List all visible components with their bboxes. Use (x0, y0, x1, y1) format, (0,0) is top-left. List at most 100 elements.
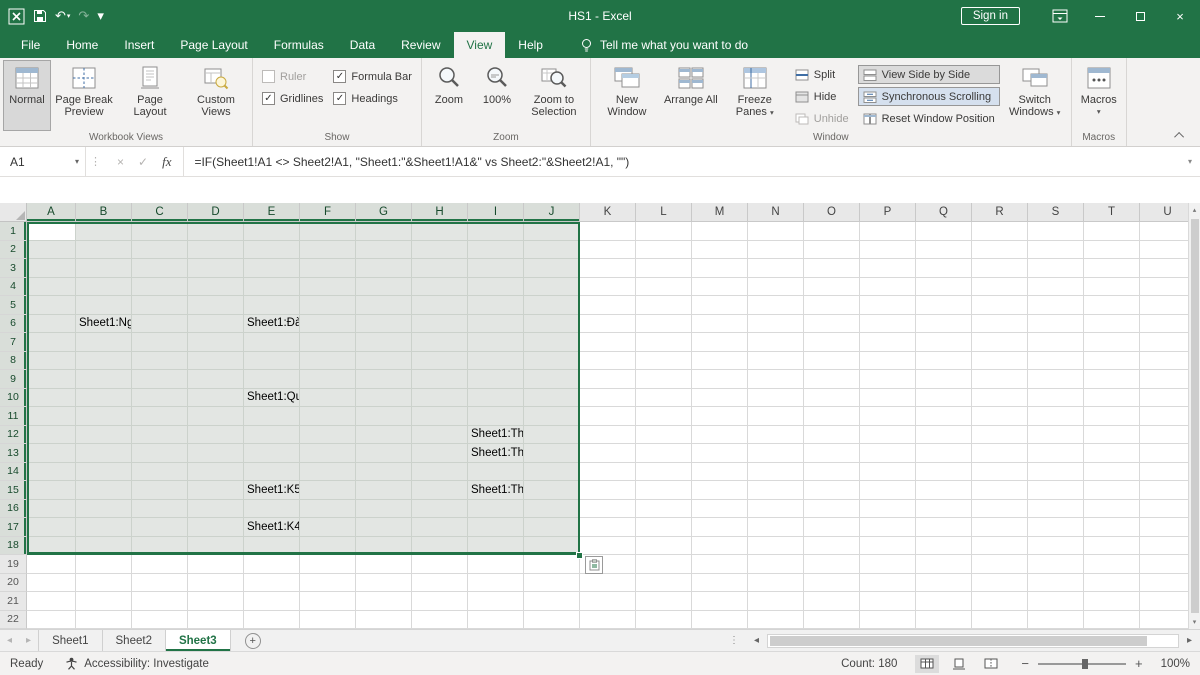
column-header-G[interactable]: G (356, 203, 412, 222)
cell-R15[interactable] (972, 481, 1028, 500)
cell-L11[interactable] (636, 407, 692, 426)
column-header-J[interactable]: J (524, 203, 580, 222)
cell-O19[interactable] (804, 555, 860, 574)
cancel-icon[interactable]: × (117, 155, 124, 169)
cell-F10[interactable] (300, 389, 356, 408)
cell-A2[interactable] (27, 241, 76, 260)
cell-I14[interactable] (468, 463, 524, 482)
sign-in-button[interactable]: Sign in (961, 7, 1020, 25)
cell-I3[interactable] (468, 259, 524, 278)
cell-G15[interactable] (356, 481, 412, 500)
cell-A10[interactable] (27, 389, 76, 408)
cell-H10[interactable] (412, 389, 468, 408)
row-header-5[interactable]: 5 (0, 296, 27, 315)
cell-T14[interactable] (1084, 463, 1140, 482)
cell-I9[interactable] (468, 370, 524, 389)
cell-N13[interactable] (748, 444, 804, 463)
cell-B18[interactable] (76, 537, 132, 556)
column-header-A[interactable]: A (27, 203, 76, 222)
cell-I12[interactable]: Sheet1:Th (468, 426, 524, 445)
sheet-tab-sheet1[interactable]: Sheet1 (38, 630, 102, 651)
cell-M10[interactable] (692, 389, 748, 408)
cell-G20[interactable] (356, 574, 412, 593)
cell-S16[interactable] (1028, 500, 1084, 519)
cell-N17[interactable] (748, 518, 804, 537)
cell-Q3[interactable] (916, 259, 972, 278)
cell-T10[interactable] (1084, 389, 1140, 408)
cell-O18[interactable] (804, 537, 860, 556)
cell-G16[interactable] (356, 500, 412, 519)
normal-view-button[interactable]: Normal (3, 60, 51, 131)
row-header-15[interactable]: 15 (0, 481, 27, 500)
cell-E10[interactable]: Sheet1:Qu (244, 389, 300, 408)
cell-G10[interactable] (356, 389, 412, 408)
cell-A3[interactable] (27, 259, 76, 278)
cell-P1[interactable] (860, 222, 916, 241)
row-header-14[interactable]: 14 (0, 463, 27, 482)
cell-N18[interactable] (748, 537, 804, 556)
cell-D16[interactable] (188, 500, 244, 519)
cell-A8[interactable] (27, 352, 76, 371)
cell-O7[interactable] (804, 333, 860, 352)
column-header-C[interactable]: C (132, 203, 188, 222)
cell-H1[interactable] (412, 222, 468, 241)
column-header-I[interactable]: I (468, 203, 524, 222)
sheet-nav-right-icon[interactable]: ▸ (19, 630, 38, 651)
cell-J4[interactable] (524, 278, 580, 297)
cell-Q15[interactable] (916, 481, 972, 500)
cell-C10[interactable] (132, 389, 188, 408)
cell-R21[interactable] (972, 592, 1028, 611)
cell-M5[interactable] (692, 296, 748, 315)
cell-S22[interactable] (1028, 611, 1084, 630)
cell-O16[interactable] (804, 500, 860, 519)
tab-split-handle[interactable]: ⋮ (722, 635, 746, 646)
cell-S5[interactable] (1028, 296, 1084, 315)
cell-B1[interactable] (76, 222, 132, 241)
save-icon[interactable] (33, 5, 47, 27)
cell-B20[interactable] (76, 574, 132, 593)
cell-G12[interactable] (356, 426, 412, 445)
cell-U7[interactable] (1140, 333, 1188, 352)
cell-C5[interactable] (132, 296, 188, 315)
cell-G22[interactable] (356, 611, 412, 630)
cell-C6[interactable] (132, 315, 188, 334)
cell-P11[interactable] (860, 407, 916, 426)
column-header-N[interactable]: N (748, 203, 804, 222)
cell-J3[interactable] (524, 259, 580, 278)
cell-H2[interactable] (412, 241, 468, 260)
column-header-F[interactable]: F (300, 203, 356, 222)
zoom-in-button[interactable]: + (1135, 656, 1143, 671)
cell-O4[interactable] (804, 278, 860, 297)
cell-I8[interactable] (468, 352, 524, 371)
cell-U10[interactable] (1140, 389, 1188, 408)
cell-U11[interactable] (1140, 407, 1188, 426)
cell-K6[interactable] (580, 315, 636, 334)
column-header-L[interactable]: L (636, 203, 692, 222)
cell-Q22[interactable] (916, 611, 972, 630)
cell-M13[interactable] (692, 444, 748, 463)
cell-G13[interactable] (356, 444, 412, 463)
name-box[interactable]: A1 ▾ (0, 147, 86, 176)
cell-R5[interactable] (972, 296, 1028, 315)
cell-F7[interactable] (300, 333, 356, 352)
cell-H6[interactable] (412, 315, 468, 334)
cell-K4[interactable] (580, 278, 636, 297)
cell-H7[interactable] (412, 333, 468, 352)
cell-M17[interactable] (692, 518, 748, 537)
cell-A19[interactable] (27, 555, 76, 574)
cell-D15[interactable] (188, 481, 244, 500)
cell-T3[interactable] (1084, 259, 1140, 278)
cell-D18[interactable] (188, 537, 244, 556)
cell-L8[interactable] (636, 352, 692, 371)
cell-L15[interactable] (636, 481, 692, 500)
zoom-to-selection-button[interactable]: Zoom to Selection (521, 60, 587, 131)
cell-J5[interactable] (524, 296, 580, 315)
cell-R19[interactable] (972, 555, 1028, 574)
cell-F22[interactable] (300, 611, 356, 630)
switch-windows-button[interactable]: Switch Windows ▾ (1002, 60, 1068, 131)
row-header-8[interactable]: 8 (0, 352, 27, 371)
cell-A16[interactable] (27, 500, 76, 519)
cell-F14[interactable] (300, 463, 356, 482)
column-header-T[interactable]: T (1084, 203, 1140, 222)
cell-A20[interactable] (27, 574, 76, 593)
